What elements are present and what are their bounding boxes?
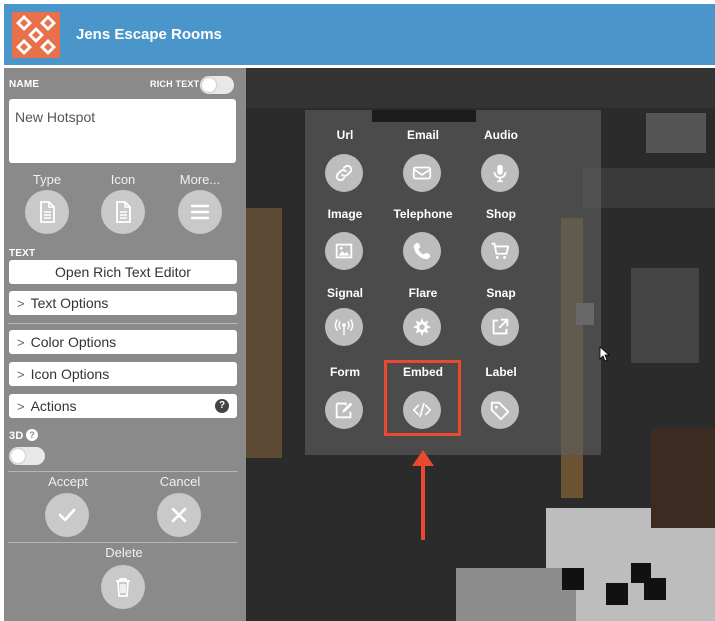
- name-label: NAME: [9, 79, 40, 90]
- url-label: Url: [336, 128, 354, 142]
- image-icon: [335, 243, 353, 259]
- check-icon: [58, 508, 76, 522]
- name-input[interactable]: New Hotspot: [9, 99, 236, 163]
- rich-text-toggle[interactable]: [200, 76, 234, 94]
- color-options-button[interactable]: > Color Options: [9, 330, 237, 354]
- text-options-button[interactable]: > Text Options: [9, 291, 237, 315]
- more-label: More...: [179, 172, 221, 187]
- threed-toggle[interactable]: [9, 447, 45, 465]
- flare-option[interactable]: [403, 308, 441, 346]
- close-icon: [171, 507, 187, 523]
- email-option[interactable]: [403, 154, 441, 192]
- icon-options-label: Icon Options: [30, 366, 110, 382]
- rich-text-label: RICH TEXT: [150, 79, 200, 89]
- label-label: Label: [485, 365, 517, 379]
- image-option[interactable]: [325, 232, 363, 270]
- text-options-label: Text Options: [30, 295, 109, 311]
- text-label: TEXT: [9, 248, 36, 259]
- signal-icon: [334, 319, 354, 336]
- audio-label: Audio: [484, 128, 518, 142]
- chevron-right-icon: >: [17, 398, 25, 414]
- trash-icon: [116, 578, 130, 597]
- color-options-label: Color Options: [30, 334, 117, 350]
- cart-icon: [491, 242, 510, 259]
- image-label: Image: [327, 207, 363, 221]
- divider: [8, 471, 238, 472]
- threed-label: 3D: [9, 430, 24, 442]
- icon-button[interactable]: [101, 190, 145, 234]
- external-link-icon: [492, 318, 509, 335]
- email-label: Email: [406, 128, 439, 142]
- chevron-right-icon: >: [17, 366, 25, 382]
- toggle-knob: [202, 78, 216, 92]
- embed-highlight-box: [384, 360, 461, 436]
- menu-icon: [190, 204, 210, 220]
- phone-icon: [413, 242, 431, 260]
- flare-icon: [412, 317, 432, 337]
- accept-button[interactable]: [45, 493, 89, 537]
- signal-label: Signal: [326, 286, 363, 300]
- form-label: Form: [330, 365, 360, 379]
- icon-label: Icon: [110, 172, 136, 187]
- flare-label: Flare: [408, 286, 438, 300]
- label-option[interactable]: [481, 391, 519, 429]
- more-button[interactable]: [178, 190, 222, 234]
- shop-option[interactable]: [481, 232, 519, 270]
- actions-label: Actions: [30, 398, 77, 414]
- app-logo: [12, 12, 60, 58]
- tag-icon: [490, 401, 510, 421]
- url-option[interactable]: [325, 154, 363, 192]
- cancel-button[interactable]: [157, 493, 201, 537]
- open-rich-text-editor-button[interactable]: Open Rich Text Editor: [9, 260, 237, 284]
- cancel-label: Cancel: [159, 474, 201, 489]
- annotation-arrow: [421, 464, 425, 540]
- threed-help-icon[interactable]: ?: [26, 429, 38, 441]
- toggle-knob: [11, 449, 25, 463]
- panorama-viewer[interactable]: Url Email Audio Image Telephone Shop Sig…: [246, 68, 715, 621]
- hotspot-editor-sidebar: NAME RICH TEXT New Hotspot Type Icon Mor…: [4, 68, 246, 621]
- accept-label: Accept: [48, 474, 88, 489]
- microphone-icon: [493, 164, 507, 183]
- app-header: Jens Escape Rooms: [4, 4, 715, 65]
- panel-drag-handle[interactable]: [372, 110, 476, 122]
- chevron-right-icon: >: [17, 334, 25, 350]
- type-label: Type: [32, 172, 62, 187]
- snap-option[interactable]: [481, 308, 519, 346]
- shop-label: Shop: [486, 207, 516, 221]
- delete-button[interactable]: [101, 565, 145, 609]
- telephone-label: Telephone: [393, 207, 453, 221]
- audio-option[interactable]: [481, 154, 519, 192]
- help-icon[interactable]: ?: [215, 399, 229, 413]
- snap-label: Snap: [486, 286, 516, 300]
- document-icon: [116, 201, 131, 223]
- divider: [8, 323, 238, 324]
- form-option[interactable]: [325, 391, 363, 429]
- signal-option[interactable]: [325, 308, 363, 346]
- actions-button[interactable]: > Actions?: [9, 394, 237, 418]
- icon-options-button[interactable]: > Icon Options: [9, 362, 237, 386]
- cursor-icon: [599, 346, 611, 362]
- link-icon: [335, 164, 353, 182]
- app-title: Jens Escape Rooms: [76, 26, 222, 43]
- type-button[interactable]: [25, 190, 69, 234]
- form-edit-icon: [335, 402, 353, 419]
- envelope-icon: [412, 166, 432, 180]
- delete-label: Delete: [105, 545, 143, 560]
- divider: [8, 542, 238, 543]
- document-icon: [40, 201, 55, 223]
- chevron-right-icon: >: [17, 295, 25, 311]
- telephone-option[interactable]: [403, 232, 441, 270]
